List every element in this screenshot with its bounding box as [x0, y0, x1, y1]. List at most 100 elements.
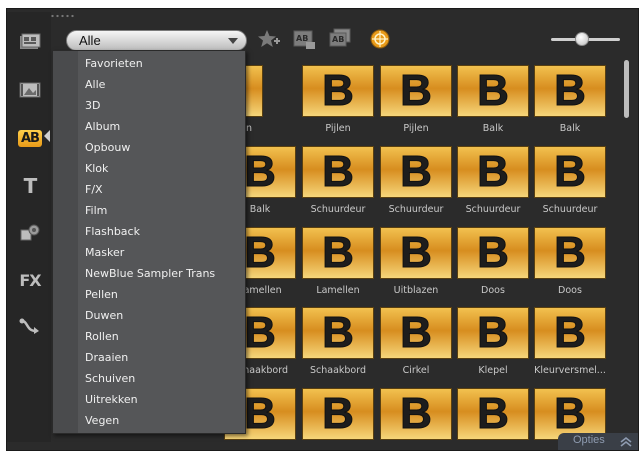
thumbnail-letter: B — [554, 66, 587, 115]
transition-item[interactable]: B Doos — [534, 227, 606, 296]
menu-item-3d[interactable]: 3D — [78, 95, 244, 116]
transition-caption: Klepel — [478, 365, 508, 376]
transition-item[interactable]: B Uitblazen — [380, 227, 452, 296]
transition-thumbnail: B — [380, 65, 452, 117]
get-more-icon[interactable] — [367, 27, 393, 51]
thumbnail-letter: B — [244, 147, 277, 196]
menu-item-film[interactable]: Film — [78, 200, 244, 221]
transition-thumbnail: B — [380, 227, 452, 279]
transition-thumbnail: B — [534, 146, 606, 198]
transition-library-window: AB T FX Alle AB AB B Accorde — [0, 0, 641, 451]
transition-thumbnail: B — [457, 146, 529, 198]
transition-caption: Uitblazen — [393, 285, 439, 296]
menu-item-masker[interactable]: Masker — [78, 242, 244, 263]
menu-item-duwen[interactable]: Duwen — [78, 305, 244, 326]
transition-item[interactable]: B — [457, 388, 529, 440]
transition-thumbnail: B — [534, 65, 606, 117]
path-icon[interactable] — [13, 312, 47, 340]
transition-item[interactable]: B Pijlen — [380, 65, 452, 134]
graphic-icon[interactable] — [13, 219, 47, 247]
transition-thumbnail: B — [302, 307, 374, 359]
transition-item[interactable]: B Schuurdeur — [302, 146, 374, 215]
apply-transition-icon[interactable]: AB — [291, 27, 317, 51]
menu-item-uitrekken[interactable]: Uitrekken — [78, 389, 244, 410]
thumbnail-letter: B — [554, 228, 587, 277]
menu-item-rollen[interactable]: Rollen — [78, 326, 244, 347]
menu-item-album[interactable]: Album — [78, 116, 244, 137]
thumbnail-letter: B — [244, 228, 277, 277]
transition-caption: Doos — [481, 285, 505, 296]
thumbnail-letter: B — [244, 308, 277, 357]
transition-thumbnail: B — [380, 146, 452, 198]
thumbnail-letter: B — [400, 147, 433, 196]
transition-thumbnail: B — [380, 388, 452, 440]
filter-label: FX — [19, 270, 41, 290]
title-label: T — [23, 174, 38, 198]
menu-item-opbouw[interactable]: Opbouw — [78, 137, 244, 158]
transition-caption: Cirkel — [402, 365, 430, 376]
thumbnail-letter: B — [554, 147, 587, 196]
menu-item-flashback[interactable]: Flashback — [78, 221, 244, 242]
transition-item[interactable]: B Doos — [457, 227, 529, 296]
thumbnail-letter: B — [400, 66, 433, 115]
transition-item[interactable]: B Schuurdeur — [457, 146, 529, 215]
add-favorite-icon[interactable] — [256, 27, 282, 51]
grid-scrollbar-thumb[interactable] — [624, 60, 629, 118]
transition-caption: Pijlen — [325, 123, 351, 134]
transition-item[interactable]: B Schuurdeur — [534, 146, 606, 215]
thumbnail-letter: B — [322, 147, 355, 196]
category-filter-value: Alle — [79, 33, 101, 48]
options-button[interactable]: Opties — [558, 433, 638, 450]
instant-project-icon[interactable] — [13, 28, 47, 56]
category-dropdown-menu: Favorieten Alle 3D Album Opbouw Klok F/X… — [52, 50, 246, 434]
filter-icon[interactable]: FX — [13, 266, 47, 294]
transition-thumbnail: B — [457, 65, 529, 117]
transition-item[interactable]: B — [302, 388, 374, 440]
menu-item-favorieten[interactable]: Favorieten — [78, 53, 244, 74]
category-filter-select[interactable]: Alle — [66, 30, 247, 51]
transition-thumbnail: B — [457, 227, 529, 279]
menu-item-alle[interactable]: Alle — [78, 74, 244, 95]
thumbnail-letter: B — [400, 389, 433, 438]
thumbnail-letter: B — [322, 228, 355, 277]
menu-item-schuiven[interactable]: Schuiven — [78, 368, 244, 389]
thumbnail-letter: B — [322, 308, 355, 357]
menu-item-vegen[interactable]: Vegen — [78, 410, 244, 431]
options-label: Opties — [573, 434, 605, 446]
apply-transition-all-icon[interactable]: AB — [327, 27, 353, 51]
transition-thumbnail: B — [534, 307, 606, 359]
transition-item[interactable]: B Balk — [457, 65, 529, 134]
menu-item-newblue[interactable]: NewBlue Sampler Trans — [78, 263, 244, 284]
transition-caption: Schuurdeur — [388, 204, 444, 215]
transition-item[interactable]: B — [380, 388, 452, 440]
transition-item[interactable]: B Balk — [534, 65, 606, 134]
transition-item[interactable]: B Klepel — [457, 307, 529, 376]
transition-item[interactable]: B Schaakbord — [302, 307, 374, 376]
transition-item[interactable]: B Kleurversmel... — [534, 307, 606, 376]
transition-caption: Doos — [558, 285, 582, 296]
transition-item[interactable]: B Cirkel — [380, 307, 452, 376]
thumbnail-letter: B — [477, 147, 510, 196]
thumbnail-size-handle[interactable] — [575, 32, 589, 46]
menu-item-draaien[interactable]: Draaien — [78, 347, 244, 368]
transition-caption: Schuurdeur — [465, 204, 521, 215]
transition-caption: Schaakbord — [309, 365, 367, 376]
title-icon[interactable]: T — [13, 172, 47, 200]
transition-thumbnail: B — [457, 307, 529, 359]
transition-item[interactable]: B Schuurdeur — [380, 146, 452, 215]
transition-caption: Lamellen — [316, 285, 360, 296]
menu-item-klok[interactable]: Klok — [78, 158, 244, 179]
thumbnail-letter: B — [322, 389, 355, 438]
chevron-down-icon — [228, 38, 238, 44]
menu-item-pellen[interactable]: Pellen — [78, 284, 244, 305]
transition-thumbnail: B — [302, 146, 374, 198]
menu-item-fx[interactable]: F/X — [78, 179, 244, 200]
transition-icon[interactable]: AB — [13, 124, 47, 152]
media-icon[interactable] — [13, 76, 47, 104]
transition-item[interactable]: B Lamellen — [302, 227, 374, 296]
transition-caption: Balk — [482, 123, 504, 134]
transition-thumbnail: B — [534, 227, 606, 279]
thumbnail-letter: B — [477, 308, 510, 357]
thumbnail-letter: B — [244, 389, 277, 438]
transition-item[interactable]: B Pijlen — [302, 65, 374, 134]
